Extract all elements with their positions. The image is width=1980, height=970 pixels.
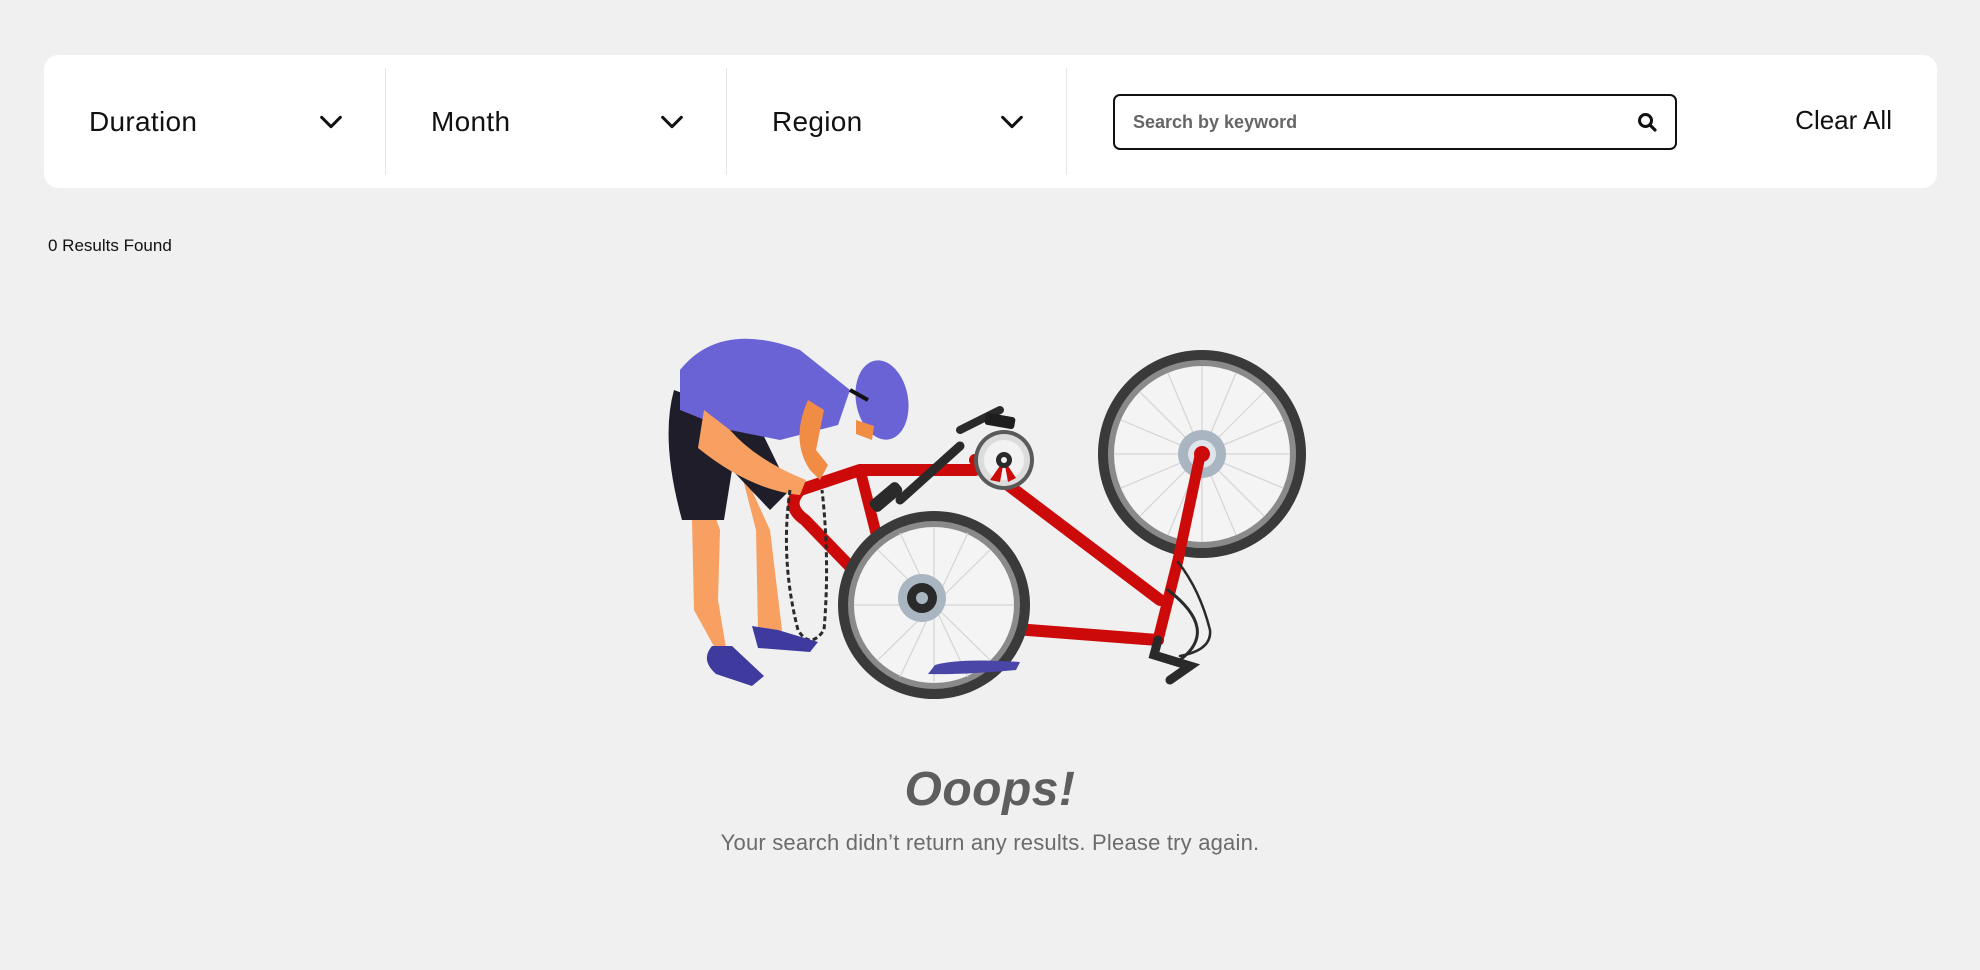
- filter-bar: Duration Month Region Clear All: [44, 55, 1937, 188]
- month-dropdown-label: Month: [431, 105, 511, 137]
- duration-dropdown[interactable]: Duration: [44, 68, 385, 175]
- results-count: 0 Results Found: [48, 236, 172, 255]
- search-input[interactable]: [1131, 110, 1635, 134]
- region-dropdown[interactable]: Region: [726, 68, 1067, 175]
- month-dropdown[interactable]: Month: [385, 68, 726, 175]
- bike-chainring: [974, 430, 1034, 490]
- chevron-down-icon: [1001, 115, 1023, 128]
- search-icon[interactable]: [1635, 110, 1659, 134]
- region-dropdown-label: Region: [772, 105, 863, 137]
- chevron-down-icon: [320, 115, 342, 128]
- clear-all-button[interactable]: Clear All: [1795, 105, 1892, 136]
- duration-dropdown-label: Duration: [89, 105, 198, 137]
- chevron-down-icon: [661, 115, 683, 128]
- bike-front-wheel: [838, 511, 1030, 699]
- cyclist-fixing-bike-illustration: [668, 338, 1306, 699]
- empty-state-title: Ooops!: [904, 763, 1076, 816]
- search-box: [1113, 94, 1677, 150]
- empty-state-message: Your search didn’t return any results. P…: [720, 830, 1260, 855]
